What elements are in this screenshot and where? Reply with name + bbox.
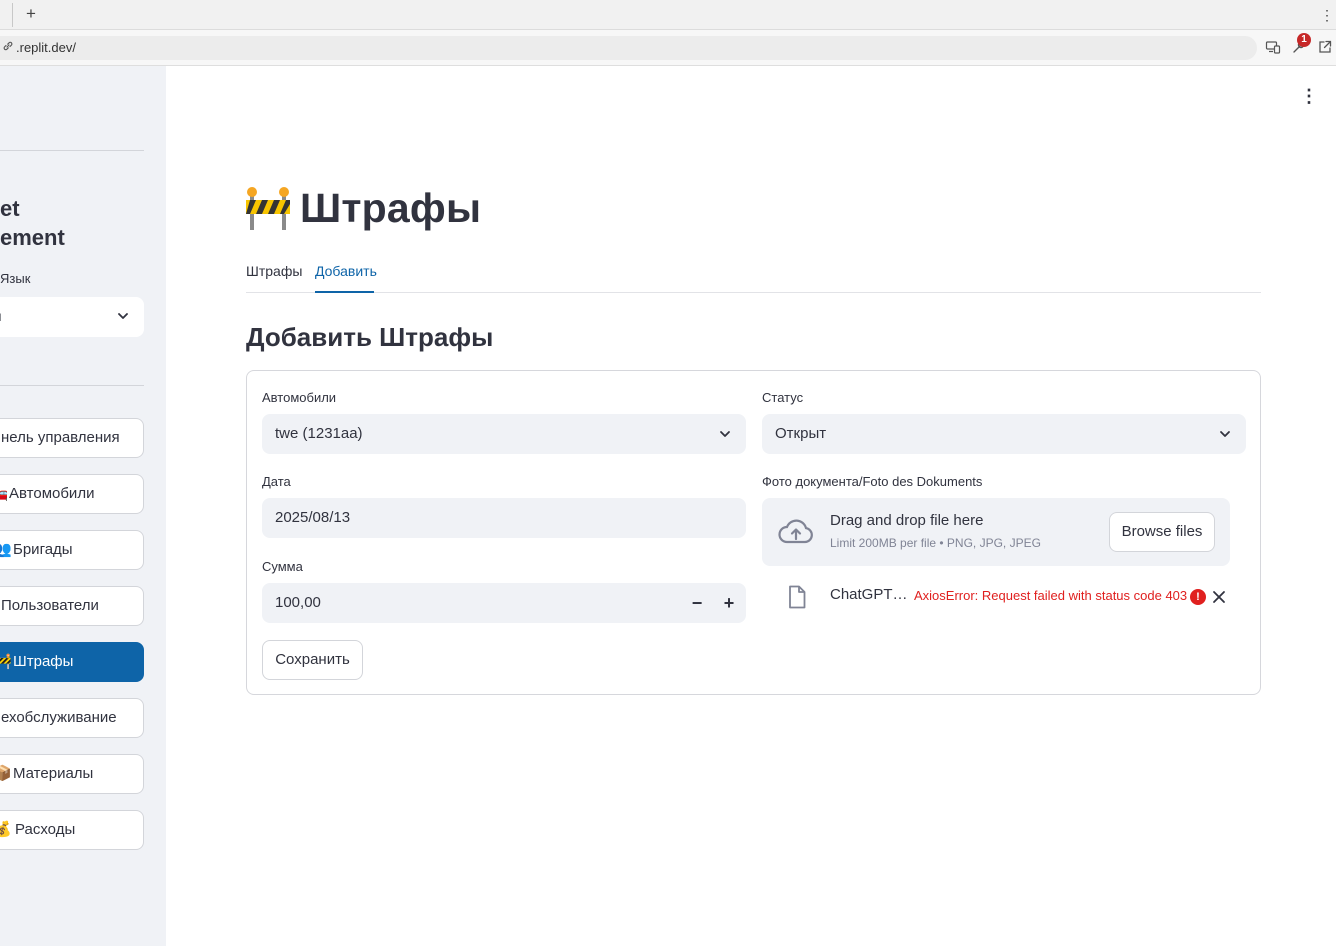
link-icon [2, 39, 14, 57]
main-menu-icon[interactable]: ⋮ [1299, 86, 1319, 106]
sidebar-item-label: ехобслуживание [1, 709, 117, 726]
cars-label: Автомобили [262, 390, 337, 405]
notification-badge: 1 [1297, 33, 1311, 47]
brand-line-2: ement [0, 225, 65, 250]
sidebar-item-expenses[interactable]: 💰Расходы [0, 810, 144, 850]
sidebar-item-label: Пользователи [1, 597, 99, 614]
cars-value: twe (1231aa) [275, 425, 363, 442]
url-text: .replit.dev/ [16, 40, 76, 55]
status-select[interactable]: Открыт [762, 414, 1246, 454]
file-dropzone[interactable]: Drag and drop file here Limit 200MB per … [762, 498, 1230, 566]
car-icon: 🚗 [0, 475, 7, 513]
new-tab-button[interactable]: + [22, 4, 40, 24]
chevron-down-icon [118, 313, 128, 319]
page-title-text: Штрафы [300, 184, 482, 231]
sidebar-divider [0, 150, 144, 151]
language-select[interactable]: ı [0, 297, 144, 337]
save-button[interactable]: Сохранить [262, 640, 363, 680]
package-icon: 📦 [0, 755, 11, 793]
address-row: .replit.dev/ [0, 30, 1336, 66]
sidebar: et ement Язык ı нель управления 🚗Автомоб… [0, 66, 166, 946]
language-value: ı [0, 308, 2, 324]
sidebar-item-brigades[interactable]: 👥Бригады [0, 530, 144, 570]
construction-barrier-icon [246, 187, 290, 230]
browser-tabstrip: + ⋮ [0, 0, 1336, 30]
sidebar-brand: et ement [0, 194, 150, 252]
tab-fines[interactable]: Штрафы [246, 262, 302, 280]
devices-icon[interactable] [1265, 39, 1283, 57]
open-external-icon[interactable] [1317, 39, 1335, 57]
sidebar-divider [0, 385, 144, 386]
brand-line-1: et [0, 196, 20, 221]
date-input[interactable]: 2025/08/13 [262, 498, 746, 538]
date-value: 2025/08/13 [275, 509, 351, 526]
sidebar-item-fines[interactable]: 🚧Штрафы [0, 642, 144, 682]
tab-add[interactable]: Добавить [315, 262, 377, 280]
dropzone-title: Drag and drop file here [830, 512, 984, 529]
chevron-down-icon [720, 431, 730, 437]
browser-menu-icon[interactable]: ⋮ [1320, 5, 1334, 25]
cloud-upload-icon [778, 519, 813, 544]
amount-label: Сумма [262, 559, 303, 574]
uploaded-file-row: ChatGPT… AxiosError: Request failed with… [762, 581, 1230, 613]
increment-button[interactable]: + [720, 592, 738, 614]
sidebar-item-label: Автомобили [9, 485, 95, 502]
active-tab-indicator [315, 291, 374, 293]
date-label: Дата [262, 474, 291, 489]
photo-label: Фото документа/Foto des Dokuments [762, 474, 983, 489]
file-icon [789, 585, 806, 609]
tab-separator [12, 3, 13, 27]
tab-bar: Штрафы Добавить [246, 258, 1261, 293]
sidebar-item-cars[interactable]: 🚗Автомобили [0, 474, 144, 514]
language-label: Язык [0, 271, 31, 286]
sidebar-item-label: нель управления [1, 429, 120, 446]
error-icon: ! [1190, 589, 1206, 605]
sidebar-item-materials[interactable]: 📦Материалы [0, 754, 144, 794]
add-fine-form: Автомобили twe (1231aa) Статус Открыт Да… [246, 370, 1261, 695]
sidebar-item-maintenance[interactable]: ехобслуживание [0, 698, 144, 738]
cars-select[interactable]: twe (1231aa) [262, 414, 746, 454]
section-title: Добавить Штрафы [246, 322, 494, 352]
amount-value: 100,00 [275, 594, 321, 611]
money-bag-icon: 💰 [0, 811, 13, 849]
address-bar[interactable]: .replit.dev/ [0, 36, 1257, 60]
sidebar-item-label: Материалы [13, 765, 94, 782]
amount-input[interactable]: 100,00 − + [262, 583, 746, 623]
sidebar-item-users[interactable]: Пользователи [0, 586, 144, 626]
status-label: Статус [762, 390, 804, 405]
chevron-down-icon [1220, 431, 1230, 437]
sidebar-item-label: Расходы [15, 821, 76, 838]
close-icon[interactable] [1211, 589, 1227, 605]
page-title: Штрафы [244, 178, 481, 238]
sidebar-item-dashboard[interactable]: нель управления [0, 418, 144, 458]
people-icon: 👥 [0, 531, 11, 569]
status-value: Открыт [775, 425, 827, 442]
upload-error-message: AxiosError: Request failed with status c… [914, 588, 1188, 603]
file-name: ChatGPT… [830, 586, 908, 603]
browse-files-button[interactable]: Browse files [1109, 512, 1215, 552]
sidebar-item-label: Штрафы [13, 653, 74, 670]
barrier-icon: 🚧 [0, 643, 11, 681]
sidebar-item-label: Бригады [13, 541, 73, 558]
decrement-button[interactable]: − [688, 592, 706, 614]
dropzone-limits: Limit 200MB per file • PNG, JPG, JPEG [830, 536, 1041, 550]
